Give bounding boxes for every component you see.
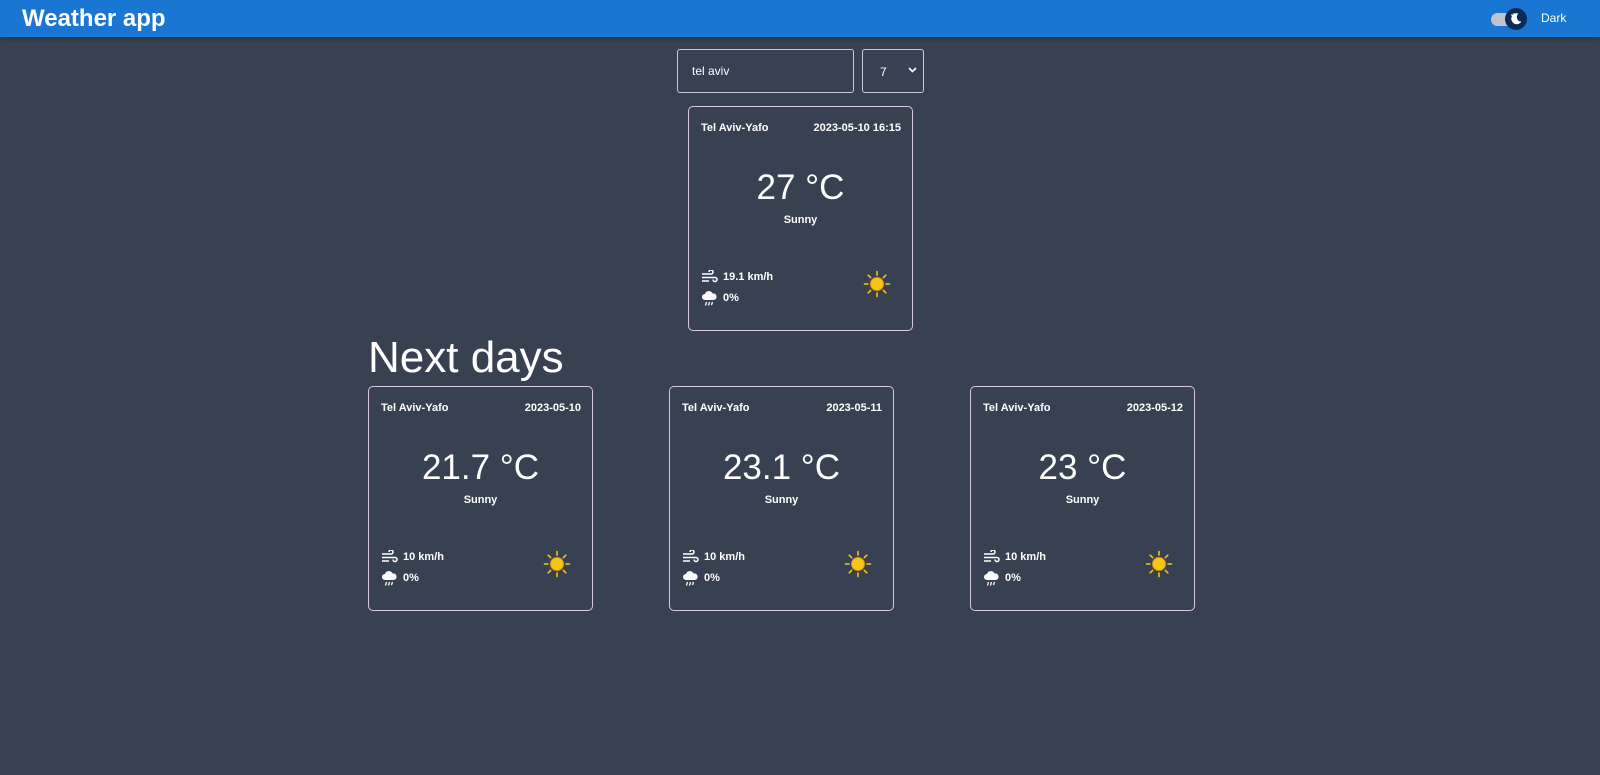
moon-icon (1511, 13, 1522, 25)
card-rain: 0% (1005, 572, 1021, 584)
app-title: Weather app (22, 5, 166, 32)
rain-cloud-icon (984, 571, 999, 586)
card-temperature: 23 °C (1038, 448, 1127, 487)
card-city: Tel Aviv-Yafo (983, 402, 1051, 414)
card-wind: 19.1 km/h (723, 271, 774, 283)
wind-icon (382, 550, 398, 563)
toggle-thumb (1505, 8, 1527, 30)
sun-icon (863, 270, 891, 298)
theme-toggle[interactable] (1491, 8, 1529, 30)
theme-label: Dark (1541, 11, 1567, 25)
card-city: Tel Aviv-Yafo (682, 402, 750, 414)
days-select-value: 7 (880, 65, 887, 79)
rain-cloud-icon (702, 291, 717, 306)
sun-icon (1145, 550, 1173, 578)
card-date: 2023-05-11 (826, 402, 882, 414)
wind-icon (683, 550, 699, 563)
rain-cloud-icon (382, 571, 397, 586)
card-city: Tel Aviv-Yafo (381, 402, 449, 414)
card-condition: Sunny (1065, 494, 1100, 506)
sun-icon (543, 550, 571, 578)
wind-icon (702, 270, 718, 283)
forecast-card: Tel Aviv-Yafo 2023-05-12 23 °C Sunny 10 … (970, 386, 1195, 611)
forecast-card: Tel Aviv-Yafo 2023-05-11 23.1 °C Sunny 1… (669, 386, 894, 611)
card-wind: 10 km/h (704, 551, 745, 563)
card-temperature: 27 °C (756, 168, 845, 207)
rain-cloud-icon (683, 571, 698, 586)
card-condition: Sunny (463, 494, 498, 506)
wind-icon (984, 550, 1000, 563)
card-temperature: 23.1 °C (722, 448, 841, 487)
card-datetime: 2023-05-10 16:15 (813, 122, 901, 134)
card-condition: Sunny (764, 494, 799, 506)
card-rain: 0% (403, 572, 419, 584)
card-city: Tel Aviv-Yafo (701, 122, 769, 134)
current-weather-card: Tel Aviv-Yafo 2023-05-10 16:15 27 °C Sun… (688, 106, 913, 331)
card-date: 2023-05-10 (524, 402, 581, 414)
sun-icon (844, 550, 872, 578)
card-condition: Sunny (783, 214, 818, 226)
next-days-title: Next days (368, 333, 564, 382)
card-wind: 10 km/h (1005, 551, 1046, 563)
card-date: 2023-05-12 (1126, 402, 1183, 414)
card-temperature: 21.7 °C (421, 448, 540, 487)
card-wind: 10 km/h (403, 551, 444, 563)
chevron-down-icon (908, 67, 917, 73)
forecast-card: Tel Aviv-Yafo 2023-05-10 21.7 °C Sunny 1… (368, 386, 593, 611)
card-rain: 0% (704, 572, 720, 584)
card-rain: 0% (723, 292, 739, 304)
city-search-input[interactable] (677, 49, 854, 93)
days-select[interactable]: 7 (862, 49, 924, 93)
app-bar: Weather app Dark (0, 0, 1600, 37)
